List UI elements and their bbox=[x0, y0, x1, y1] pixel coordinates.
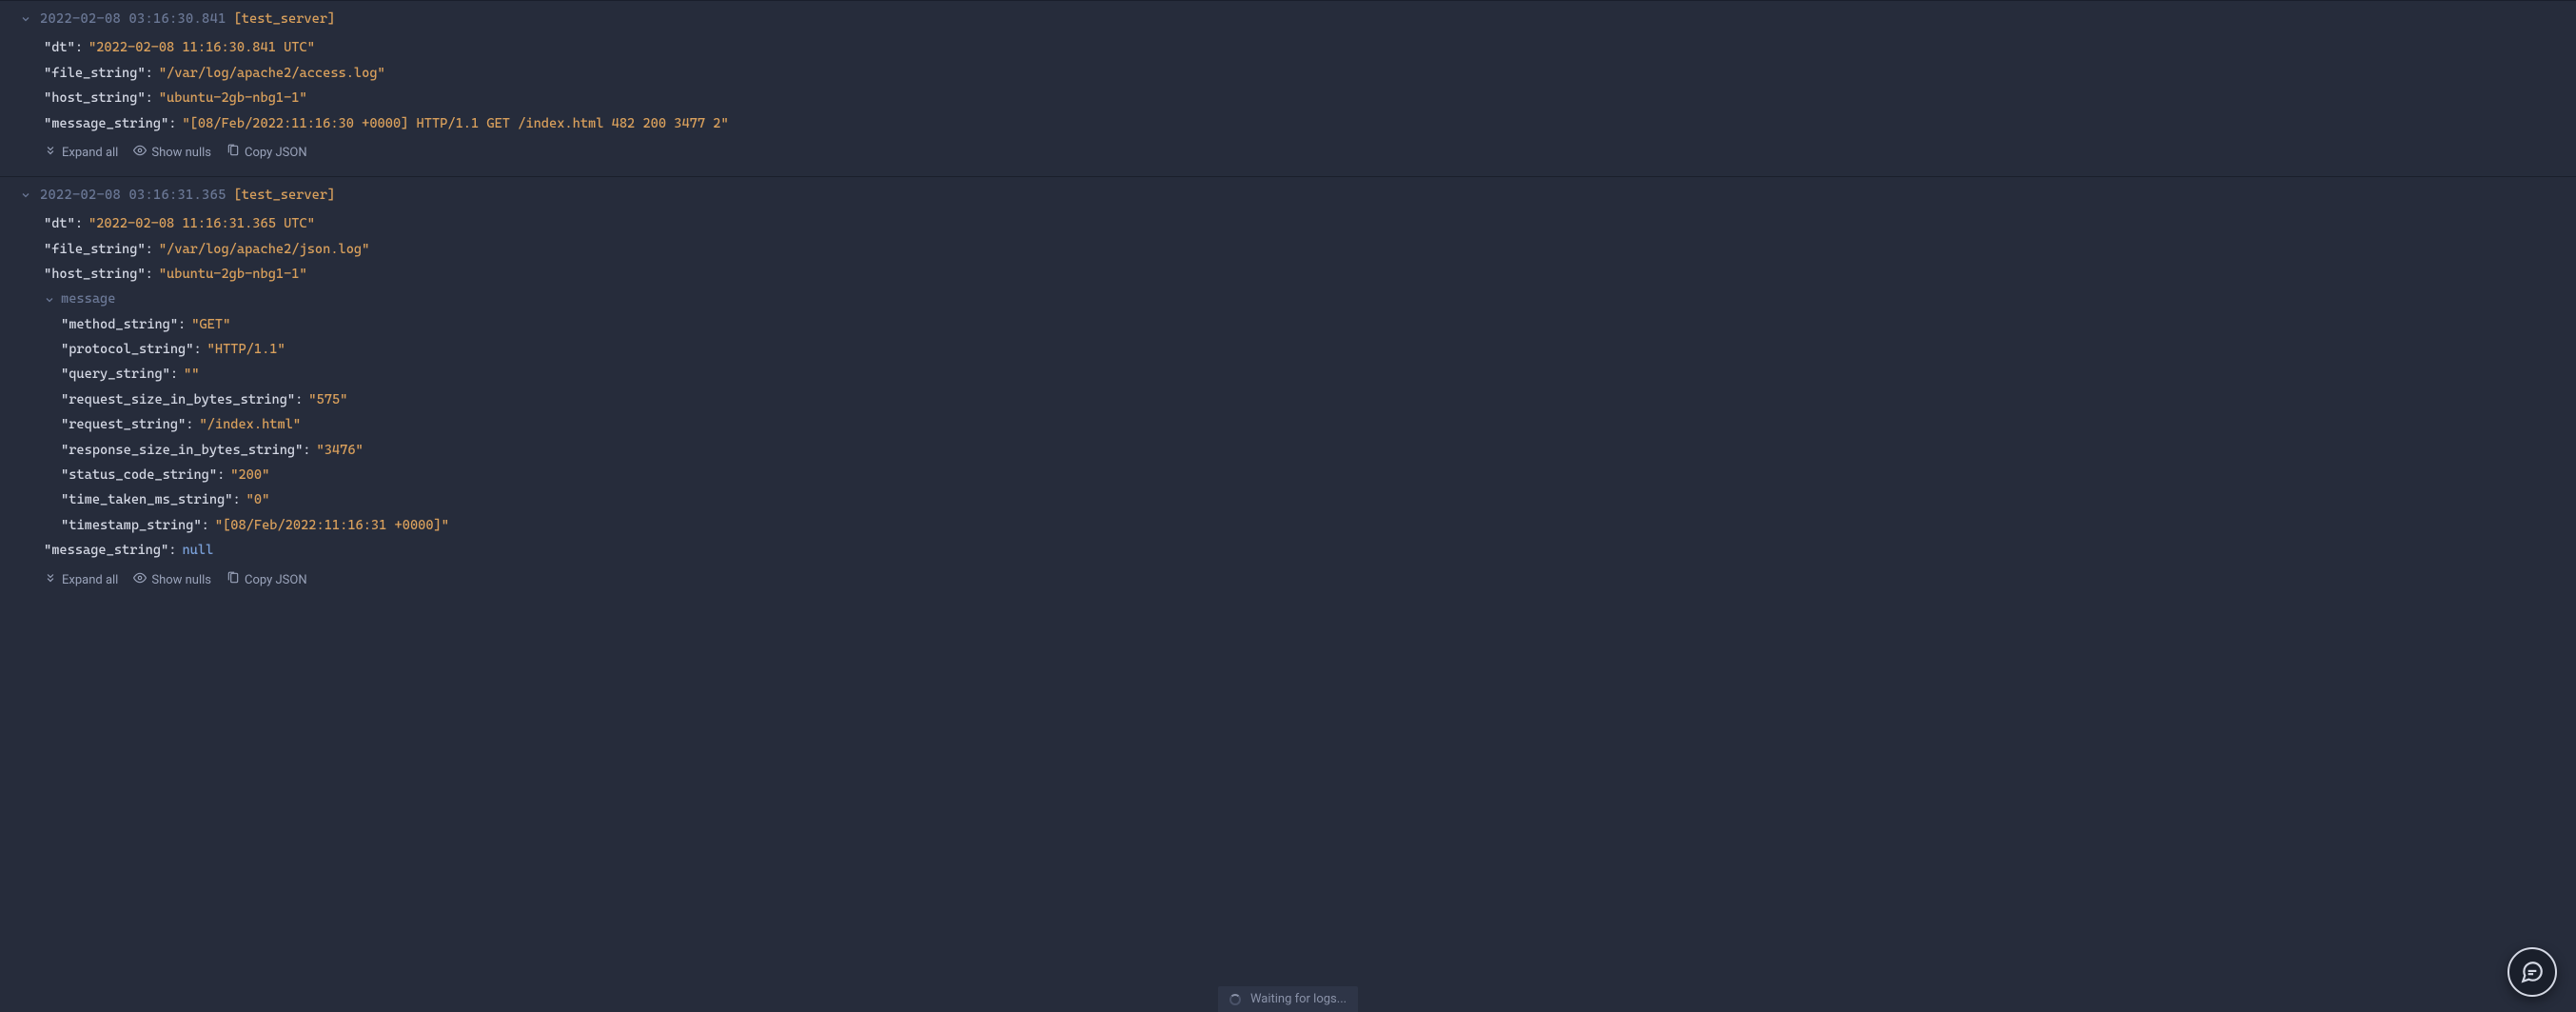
expand-all-label: Expand all bbox=[62, 144, 118, 164]
chat-bubble-icon bbox=[2520, 960, 2545, 984]
field-row: "host_string": "ubuntu-2gb-nbg1-1" bbox=[44, 262, 2576, 287]
field-value: "ubuntu-2gb-nbg1-1" bbox=[159, 88, 307, 109]
field-row: "message_string": "[08/Feb/2022:11:16:30… bbox=[44, 111, 2576, 136]
log-timestamp: 2022-02-08 03:16:30.841 bbox=[40, 9, 226, 30]
field-row: "host_string": "ubuntu-2gb-nbg1-1" bbox=[44, 86, 2576, 110]
field-key: "host_string" bbox=[44, 264, 146, 285]
field-row: "response_size_in_bytes_string": "3476" bbox=[61, 438, 2576, 463]
eye-icon bbox=[133, 144, 147, 165]
field-value: null bbox=[182, 540, 213, 561]
log-entry: 2022-02-08 03:16:31.365 [test_server] "dt"… bbox=[0, 176, 2576, 604]
field-value: "0" bbox=[246, 489, 270, 510]
field-key: "dt" bbox=[44, 213, 75, 234]
field-key: "query_string" bbox=[61, 364, 170, 385]
eye-icon bbox=[133, 571, 147, 592]
field-key: "request_string" bbox=[61, 414, 186, 435]
log-source: [test_server] bbox=[234, 9, 336, 30]
loading-spinner-icon bbox=[1229, 994, 1241, 1005]
field-row: "timestamp_string": "[08/Feb/2022:11:16:… bbox=[61, 513, 2576, 538]
log-source: [test_server] bbox=[234, 185, 336, 206]
field-value: "[08/Feb/2022:11:16:30 +0000] HTTP/1.1 G… bbox=[182, 113, 728, 134]
log-timestamp: 2022-02-08 03:16:31.365 bbox=[40, 185, 226, 206]
field-row: "protocol_string": "HTTP/1.1" bbox=[61, 337, 2576, 362]
show-nulls-button[interactable]: Show nulls bbox=[133, 571, 211, 592]
status-text: Waiting for logs... bbox=[1250, 990, 1347, 1010]
field-key: "protocol_string" bbox=[61, 339, 193, 360]
log-body: "dt": "2022-02-08 11:16:30.841 UTC""file… bbox=[0, 33, 2576, 168]
log-entry: 2022-02-08 03:16:30.841 [test_server] "dt"… bbox=[0, 0, 2576, 176]
field-value: "/index.html" bbox=[199, 414, 301, 435]
field-key: "host_string" bbox=[44, 88, 146, 109]
expand-all-button[interactable]: Expand all bbox=[44, 571, 118, 592]
log-actions: Expand all Show nulls Copy JSON bbox=[44, 136, 2576, 169]
field-key: "message_string" bbox=[44, 113, 168, 134]
field-value: "GET" bbox=[191, 314, 230, 335]
show-nulls-button[interactable]: Show nulls bbox=[133, 144, 211, 165]
expand-icon bbox=[44, 144, 57, 165]
field-key: "dt" bbox=[44, 37, 75, 58]
clipboard-icon bbox=[226, 571, 240, 592]
clipboard-icon bbox=[226, 144, 240, 165]
field-value: "3476" bbox=[317, 440, 364, 461]
field-row: "file_string": "/var/log/apache2/access.… bbox=[44, 61, 2576, 86]
field-value: "2022-02-08 11:16:30.841 UTC" bbox=[88, 37, 315, 58]
field-value: "ubuntu-2gb-nbg1-1" bbox=[159, 264, 307, 285]
field-key: "method_string" bbox=[61, 314, 178, 335]
field-row: "request_string": "/index.html" bbox=[61, 412, 2576, 437]
expand-all-button[interactable]: Expand all bbox=[44, 144, 118, 165]
chevron-down-icon[interactable] bbox=[19, 13, 32, 25]
field-row: "time_taken_ms_string": "0" bbox=[61, 487, 2576, 512]
field-value: "" bbox=[184, 364, 199, 385]
chevron-down-icon[interactable] bbox=[44, 294, 55, 306]
field-key: "message_string" bbox=[44, 540, 168, 561]
log-header[interactable]: 2022-02-08 03:16:31.365 [test_server] bbox=[0, 177, 2576, 209]
field-value: "/var/log/apache2/json.log" bbox=[159, 239, 369, 260]
field-value: "HTTP/1.1" bbox=[207, 339, 285, 360]
field-row: "query_string": "" bbox=[61, 362, 2576, 387]
field-row: "file_string": "/var/log/apache2/json.lo… bbox=[44, 237, 2576, 262]
expand-all-label: Expand all bbox=[62, 571, 118, 591]
show-nulls-label: Show nulls bbox=[151, 144, 211, 164]
field-row: "dt": "2022-02-08 11:16:31.365 UTC" bbox=[44, 211, 2576, 236]
nested-object-label: message bbox=[61, 288, 115, 309]
expand-icon bbox=[44, 571, 57, 592]
field-row: "message_string": null bbox=[44, 538, 2576, 563]
copy-json-label: Copy JSON bbox=[245, 144, 307, 164]
help-chat-button[interactable] bbox=[2507, 947, 2557, 997]
field-key: "file_string" bbox=[44, 63, 146, 84]
field-row: "request_size_in_bytes_string": "575" bbox=[61, 387, 2576, 412]
field-key: "timestamp_string" bbox=[61, 515, 202, 536]
field-value: "[08/Feb/2022:11:16:31 +0000]" bbox=[215, 515, 449, 536]
copy-json-button[interactable]: Copy JSON bbox=[226, 144, 307, 165]
field-row: "dt": "2022-02-08 11:16:30.841 UTC" bbox=[44, 35, 2576, 60]
field-value: "2022-02-08 11:16:31.365 UTC" bbox=[88, 213, 315, 234]
show-nulls-label: Show nulls bbox=[151, 571, 211, 591]
field-row: "status_code_string": "200" bbox=[61, 463, 2576, 487]
log-header[interactable]: 2022-02-08 03:16:30.841 [test_server] bbox=[0, 1, 2576, 33]
field-key: "response_size_in_bytes_string" bbox=[61, 440, 303, 461]
field-row: "method_string": "GET" bbox=[61, 312, 2576, 337]
copy-json-label: Copy JSON bbox=[245, 571, 307, 591]
field-value: "200" bbox=[230, 465, 269, 486]
nested-object-header[interactable]: message bbox=[44, 287, 2576, 311]
field-value: "/var/log/apache2/access.log" bbox=[159, 63, 385, 84]
status-bar: Waiting for logs... bbox=[0, 987, 2576, 1012]
nested-body: "method_string": "GET""protocol_string":… bbox=[44, 312, 2576, 539]
chevron-down-icon[interactable] bbox=[19, 189, 32, 201]
field-key: "status_code_string" bbox=[61, 465, 217, 486]
field-value: "575" bbox=[308, 389, 347, 410]
copy-json-button[interactable]: Copy JSON bbox=[226, 571, 307, 592]
log-actions: Expand all Show nulls Copy JSON bbox=[44, 564, 2576, 596]
field-key: "request_size_in_bytes_string" bbox=[61, 389, 295, 410]
field-key: "file_string" bbox=[44, 239, 146, 260]
field-key: "time_taken_ms_string" bbox=[61, 489, 232, 510]
log-body: "dt": "2022-02-08 11:16:31.365 UTC""file… bbox=[0, 209, 2576, 595]
